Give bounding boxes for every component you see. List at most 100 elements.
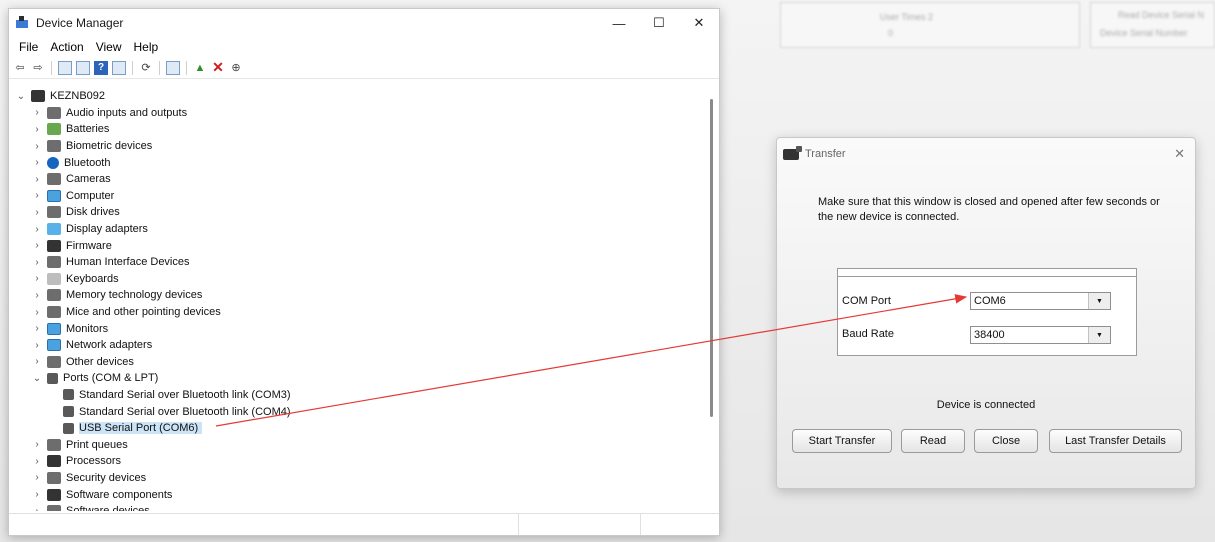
last-transfer-details-button[interactable]: Last Transfer Details bbox=[1049, 429, 1182, 453]
tree-child-com6[interactable]: USB Serial Port (COM6) bbox=[9, 420, 709, 437]
bluetooth-icon bbox=[47, 156, 59, 169]
show-hide-console-tree-icon[interactable] bbox=[58, 60, 72, 75]
close-button[interactable]: ✕ bbox=[679, 9, 719, 37]
scan-hardware-icon[interactable]: ⟳ bbox=[139, 61, 153, 75]
chevron-right-icon[interactable]: › bbox=[31, 323, 43, 334]
chevron-right-icon[interactable]: › bbox=[31, 107, 43, 118]
menu-view[interactable]: View bbox=[90, 40, 128, 54]
monitor-icon[interactable] bbox=[166, 60, 180, 75]
com-port-select[interactable]: COM6 ▼ bbox=[970, 292, 1111, 310]
disable-device-icon[interactable]: ⊕ bbox=[229, 61, 243, 75]
tree-item[interactable]: › Cameras bbox=[9, 171, 709, 188]
chevron-right-icon[interactable]: › bbox=[31, 356, 43, 367]
com-port-value: COM6 bbox=[974, 295, 1006, 307]
tree-item[interactable]: › Biometric devices bbox=[9, 138, 709, 155]
chevron-down-icon[interactable]: ⌄ bbox=[31, 373, 43, 384]
tree-item[interactable]: › Security devices bbox=[9, 470, 709, 487]
update-driver-icon[interactable]: ▲ bbox=[193, 61, 207, 75]
tree-item[interactable]: › Software devices bbox=[9, 503, 709, 511]
port-icon bbox=[63, 389, 74, 401]
tree-item[interactable]: › Mice and other pointing devices bbox=[9, 304, 709, 321]
tree-item[interactable]: › Display adapters bbox=[9, 221, 709, 238]
chevron-right-icon[interactable]: › bbox=[31, 472, 43, 483]
help-icon[interactable]: ? bbox=[94, 60, 108, 75]
properties-icon[interactable] bbox=[76, 60, 90, 75]
chevron-right-icon[interactable]: › bbox=[31, 439, 43, 450]
chevron-right-icon[interactable]: › bbox=[31, 506, 43, 511]
tree-item-ports[interactable]: ⌄ Ports (COM & LPT) bbox=[9, 370, 709, 387]
tree-item[interactable]: › Firmware bbox=[9, 237, 709, 254]
chevron-right-icon[interactable]: › bbox=[31, 257, 43, 268]
chevron-right-icon[interactable]: › bbox=[31, 307, 43, 318]
background-label: Device Serial Number bbox=[1100, 28, 1188, 38]
chevron-right-icon[interactable]: › bbox=[31, 340, 43, 351]
chevron-right-icon[interactable]: › bbox=[31, 489, 43, 500]
close-dialog-button[interactable]: Close bbox=[974, 429, 1038, 453]
chevron-right-icon[interactable]: › bbox=[31, 456, 43, 467]
forward-arrow-icon[interactable]: ⇨ bbox=[31, 61, 45, 75]
uninstall-device-icon[interactable]: ✕ bbox=[211, 59, 225, 75]
tree-item[interactable]: › Memory technology devices bbox=[9, 287, 709, 304]
back-arrow-icon[interactable]: ⇦ bbox=[13, 61, 27, 75]
chevron-right-icon[interactable]: › bbox=[31, 124, 43, 135]
speaker-icon bbox=[47, 106, 61, 119]
keyboard-icon bbox=[47, 272, 61, 285]
tree-root[interactable]: ⌄ KEZNB092 bbox=[9, 88, 709, 105]
tree-item[interactable]: › Computer bbox=[9, 188, 709, 205]
connection-status: Device is connected bbox=[936, 399, 1036, 411]
baud-rate-select[interactable]: 38400 ▼ bbox=[970, 326, 1111, 344]
tree-item-label: Mice and other pointing devices bbox=[66, 306, 221, 319]
chevron-right-icon[interactable]: › bbox=[31, 157, 43, 168]
computer-icon bbox=[31, 90, 45, 103]
network-icon bbox=[47, 339, 61, 352]
tree-item-label: Ports (COM & LPT) bbox=[63, 372, 159, 385]
tree-item-label: Biometric devices bbox=[66, 140, 153, 153]
battery-icon bbox=[47, 123, 61, 136]
tree-item[interactable]: › Bluetooth bbox=[9, 154, 709, 171]
vertical-scrollbar[interactable] bbox=[710, 99, 713, 417]
tree-item[interactable]: › Keyboards bbox=[9, 271, 709, 288]
tree-item[interactable]: › Audio inputs and outputs bbox=[9, 105, 709, 122]
tree-item[interactable]: › Network adapters bbox=[9, 337, 709, 354]
read-button[interactable]: Read bbox=[901, 429, 965, 453]
minimize-button[interactable]: — bbox=[599, 9, 639, 37]
chevron-right-icon[interactable]: › bbox=[31, 141, 43, 152]
tree-item[interactable]: › Disk drives bbox=[9, 204, 709, 221]
menu-help[interactable]: Help bbox=[128, 40, 165, 54]
chevron-right-icon[interactable]: › bbox=[31, 174, 43, 185]
tree-child-com4[interactable]: Standard Serial over Bluetooth link (COM… bbox=[9, 403, 709, 420]
tree-item[interactable]: › Software components bbox=[9, 486, 709, 503]
tree-child-com3[interactable]: Standard Serial over Bluetooth link (COM… bbox=[9, 387, 709, 404]
security-icon bbox=[47, 471, 61, 484]
tree-item[interactable]: › Print queues bbox=[9, 436, 709, 453]
chevron-right-icon[interactable]: › bbox=[31, 190, 43, 201]
tree-item[interactable]: › Processors bbox=[9, 453, 709, 470]
tree-item[interactable]: › Human Interface Devices bbox=[9, 254, 709, 271]
start-transfer-button[interactable]: Start Transfer bbox=[792, 429, 892, 453]
menu-file[interactable]: File bbox=[13, 40, 44, 54]
baud-rate-label: Baud Rate bbox=[842, 328, 894, 340]
chevron-right-icon[interactable]: › bbox=[31, 224, 43, 235]
monitor-icon bbox=[47, 322, 61, 335]
menu-action[interactable]: Action bbox=[44, 40, 89, 54]
chevron-right-icon[interactable]: › bbox=[31, 290, 43, 301]
device-manager-window: Device Manager — ☐ ✕ File Action View He… bbox=[8, 8, 720, 536]
device-tree: ⌄ KEZNB092 › Audio inputs and outputs › Bat… bbox=[9, 88, 709, 511]
chevron-down-icon[interactable]: ▼ bbox=[1088, 293, 1110, 309]
chevron-right-icon[interactable]: › bbox=[31, 240, 43, 251]
close-icon[interactable]: ✕ bbox=[1174, 146, 1185, 162]
maximize-button[interactable]: ☐ bbox=[639, 9, 679, 37]
tree-item[interactable]: › Other devices bbox=[9, 354, 709, 371]
tree-item-label: Computer bbox=[66, 189, 115, 202]
memory-icon bbox=[47, 289, 61, 302]
tree-item-label: Memory technology devices bbox=[66, 289, 203, 302]
chevron-down-icon[interactable]: ▼ bbox=[1088, 327, 1110, 343]
tree-item[interactable]: › Batteries bbox=[9, 121, 709, 138]
chevron-down-icon[interactable]: ⌄ bbox=[15, 91, 27, 102]
tree-item-label: Bluetooth bbox=[64, 156, 111, 169]
tree-item[interactable]: › Monitors bbox=[9, 320, 709, 337]
chevron-right-icon[interactable]: › bbox=[31, 273, 43, 284]
chevron-right-icon[interactable]: › bbox=[31, 207, 43, 218]
device-icon bbox=[783, 145, 802, 160]
view-icon[interactable] bbox=[112, 60, 126, 75]
